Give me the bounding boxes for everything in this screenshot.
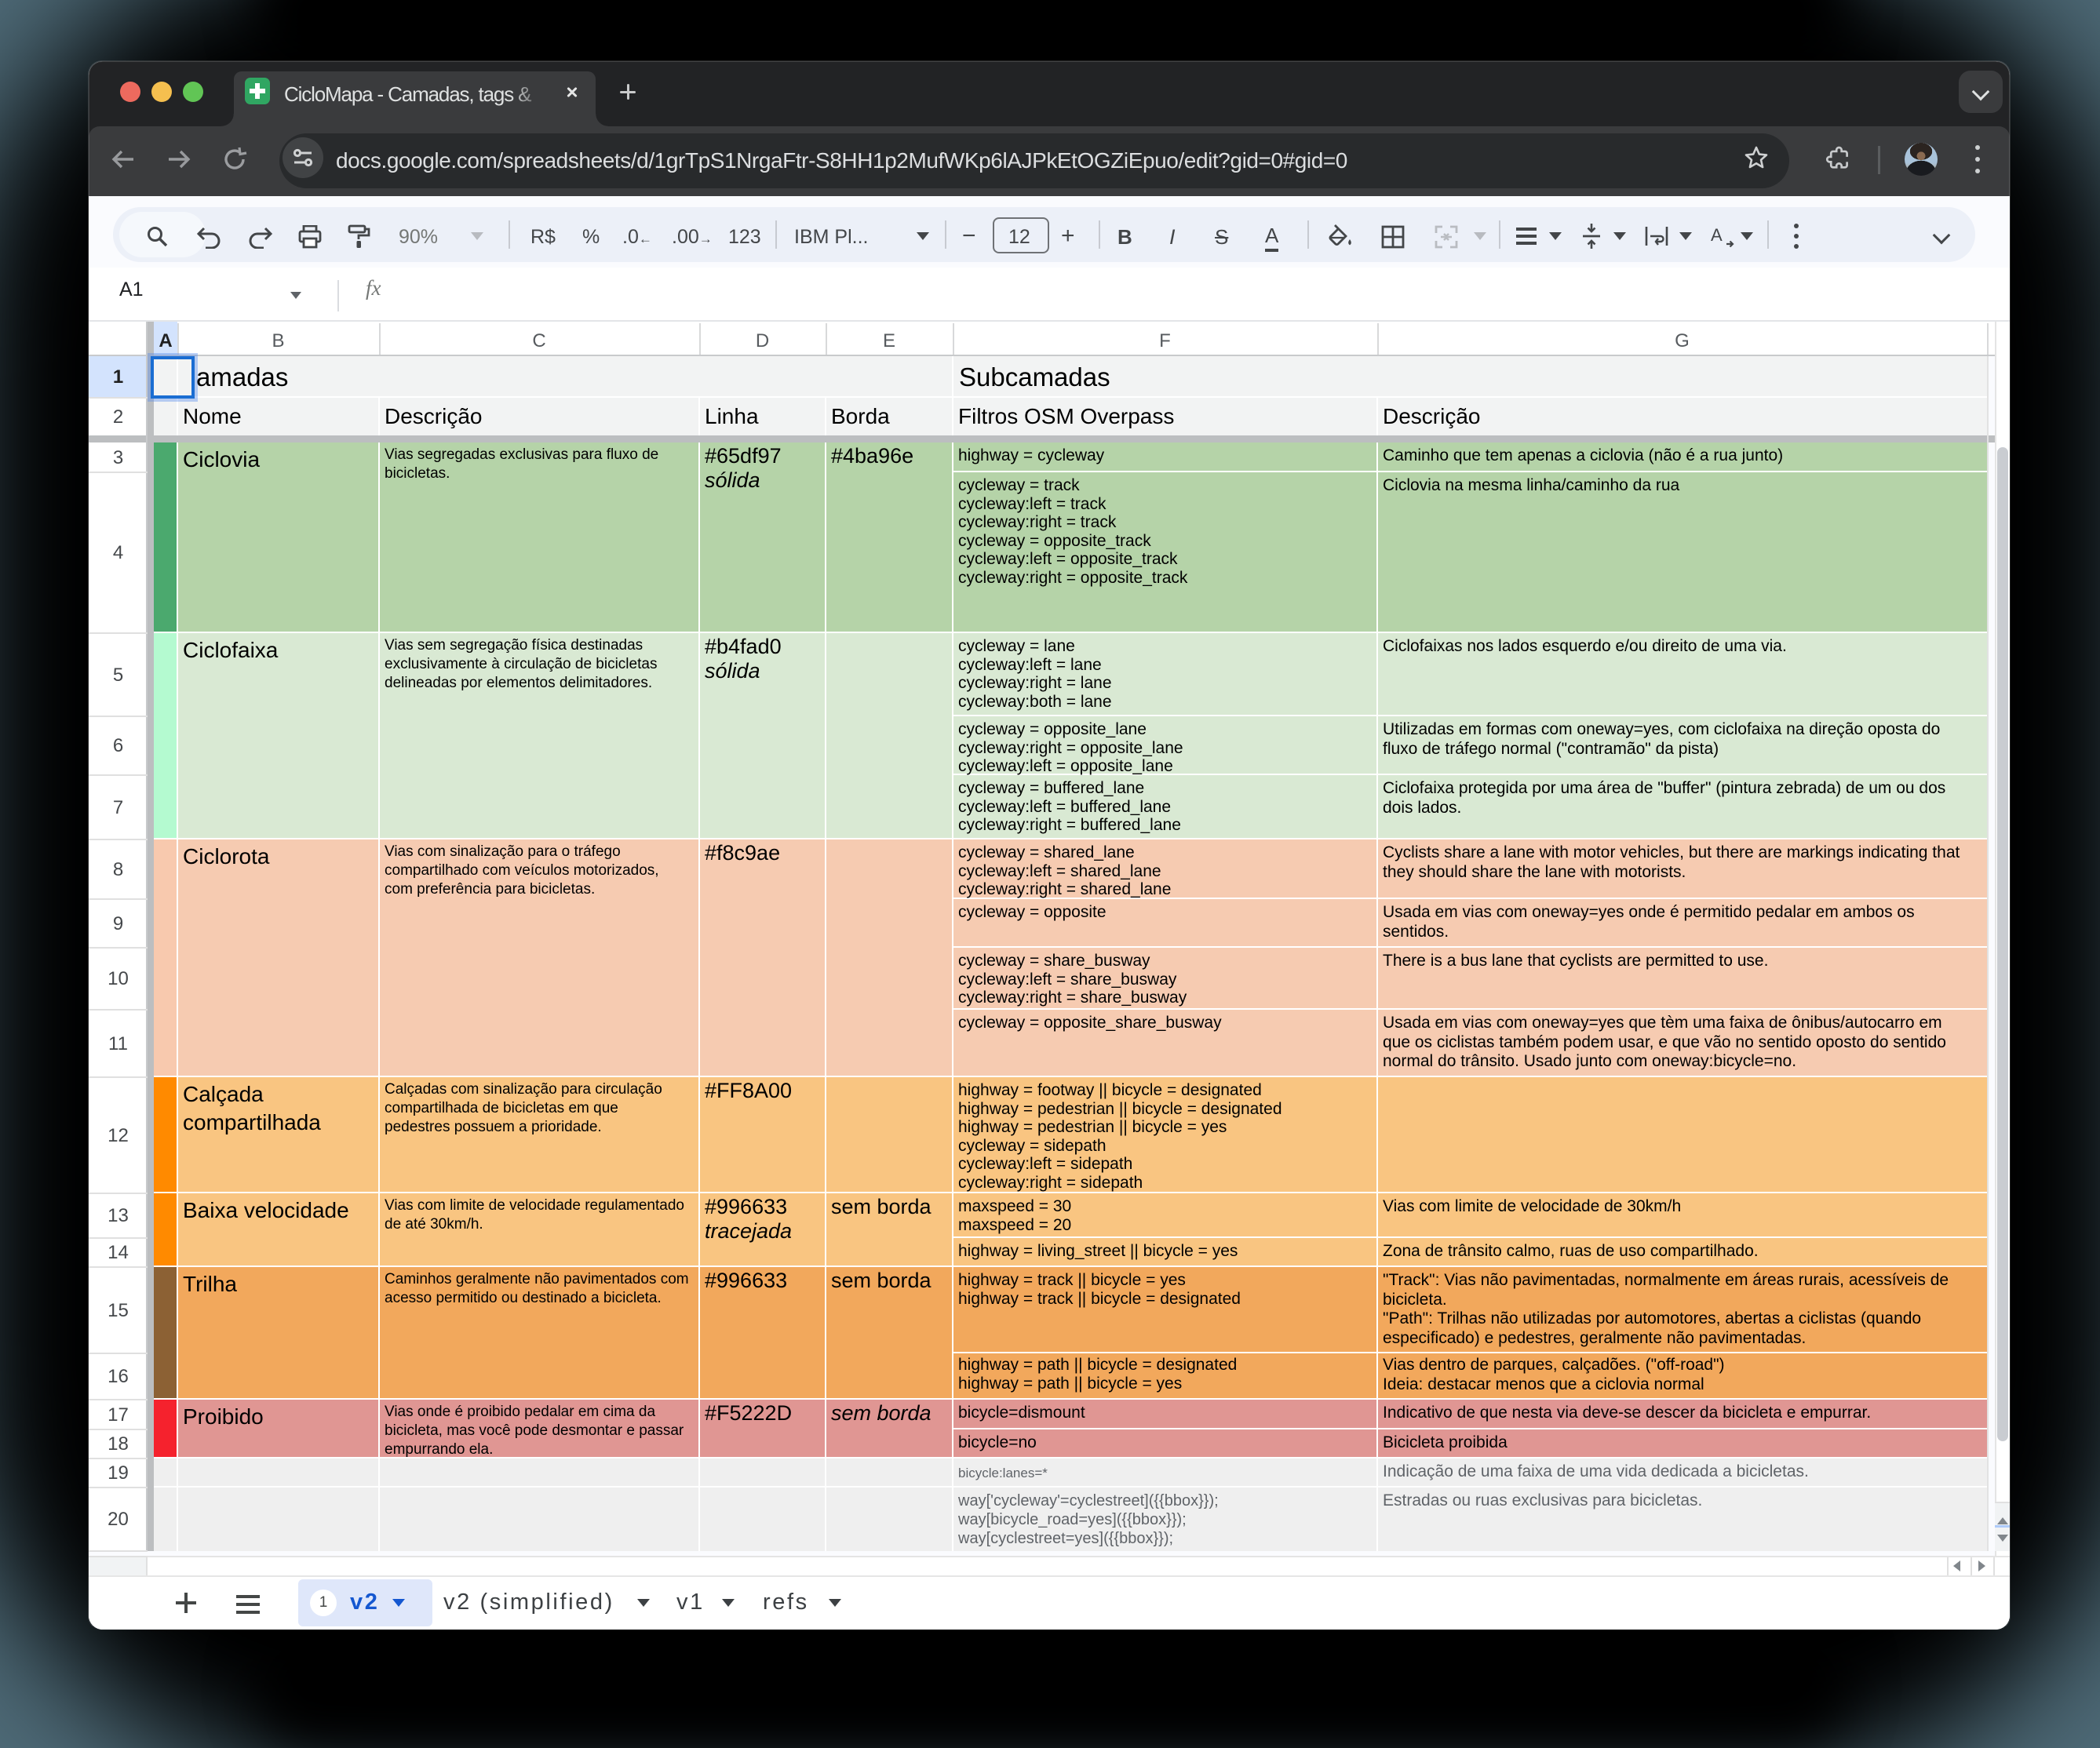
svg-text:A: A	[1711, 225, 1723, 245]
